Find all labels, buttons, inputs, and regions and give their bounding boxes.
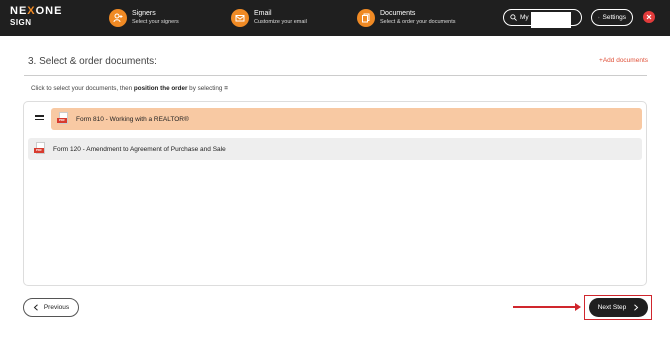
- divider: [24, 75, 647, 76]
- pdf-icon: PDF: [34, 142, 46, 156]
- documents-icon: [357, 9, 375, 27]
- step-title: Documents: [380, 10, 416, 17]
- gear-icon: [598, 16, 600, 19]
- document-row[interactable]: PDF Form 120 - Amendment to Agreement of…: [28, 138, 642, 160]
- previous-button[interactable]: Previous: [23, 298, 79, 317]
- step-documents[interactable]: Documents Select & order your documents: [357, 8, 456, 28]
- step-subtitle: Select & order your documents: [380, 19, 456, 25]
- chevron-left-icon: [33, 304, 38, 311]
- add-documents-label: Add documents: [602, 57, 648, 64]
- step-title: Email: [254, 10, 272, 17]
- nexone-sign-logo: NEXONE SIGN: [10, 5, 63, 28]
- settings-label: Settings: [602, 14, 627, 21]
- redaction-block: [531, 12, 571, 28]
- top-navigation-bar: NEXONE SIGN Signers Select your signers E…: [0, 0, 670, 36]
- step-subtitle: Customize your email: [254, 19, 307, 25]
- settings-button[interactable]: Settings: [591, 9, 633, 26]
- envelope-icon: [231, 9, 249, 27]
- search-icon: [510, 14, 517, 21]
- step-email[interactable]: Email Customize your email: [231, 8, 307, 28]
- section-title: 3. Select & order documents:: [28, 56, 157, 67]
- close-button[interactable]: [643, 11, 655, 23]
- instruction-text: Click to select your documents, then pos…: [31, 85, 228, 92]
- close-icon: [646, 14, 652, 20]
- add-documents-link[interactable]: +Add documents: [599, 57, 648, 64]
- drag-handle-icon[interactable]: [35, 115, 44, 122]
- chevron-right-icon: [634, 304, 639, 311]
- document-name: Form 120 - Amendment to Agreement of Pur…: [53, 145, 226, 153]
- my-menu-label: My: [520, 14, 529, 21]
- pdf-icon: PDF: [57, 112, 69, 126]
- document-name: Form 810 - Working with a REALTOR®: [76, 115, 189, 123]
- user-add-icon: [109, 9, 127, 27]
- previous-label: Previous: [43, 304, 70, 311]
- annotation-arrow: [513, 303, 581, 311]
- next-step-label: Next Step: [597, 304, 627, 311]
- next-step-button[interactable]: Next Step: [589, 298, 648, 317]
- document-row-selected[interactable]: PDF Form 810 - Working with a REALTOR®: [51, 108, 642, 130]
- step-signers[interactable]: Signers Select your signers: [109, 8, 179, 28]
- step-subtitle: Select your signers: [132, 19, 179, 25]
- step-title: Signers: [132, 10, 156, 17]
